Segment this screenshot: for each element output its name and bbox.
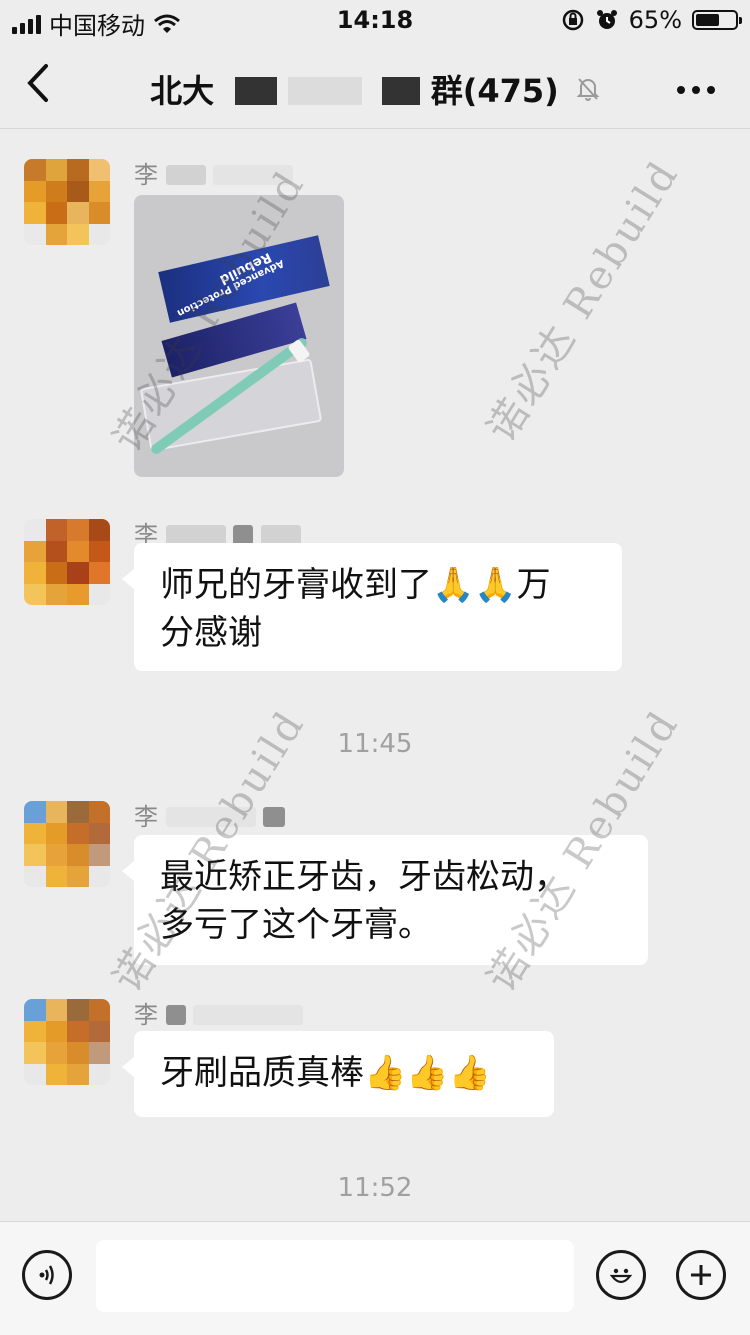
redacted-block [165,1005,186,1025]
message-bubble[interactable]: 师兄的牙膏收到了🙏🙏万 分感谢 [122,543,622,671]
avatar[interactable] [24,519,110,605]
redacted-block [288,77,363,105]
alarm-icon [596,10,617,29]
chat-title-prefix: 北大 [150,72,215,110]
time-divider: 11:52 [337,1173,413,1203]
chat-header: 北大 群(475) [0,40,750,129]
redacted-block [233,525,254,545]
redacted-block [165,807,256,827]
chat-title-suffix: 群(475) [430,72,559,110]
redacted-block [263,807,286,827]
status-bar: 中国移动 14:18 65% [0,0,750,40]
message-text: 分感谢 [160,613,262,653]
more-functions-button[interactable] [676,1250,726,1300]
message-text: 多亏了这个牙膏。 [160,905,432,945]
sender-name: 李 [134,797,286,832]
sender-name: 李 [134,155,294,190]
mute-bell-icon [576,76,600,108]
more-button[interactable] [676,64,716,105]
message-bubble[interactable]: 牙刷品质真棒👍👍👍 [122,1031,554,1117]
rotation-lock-icon [562,9,583,31]
emoji-icon [609,1268,633,1284]
avatar[interactable] [24,801,110,887]
avatar[interactable] [24,159,110,245]
redacted-block [165,165,206,185]
redacted-block [235,77,278,105]
message-text: 牙刷品质真棒👍👍👍 [160,1053,492,1093]
message-bubble[interactable]: 最近矫正牙齿，牙齿松动， 多亏了这个牙膏。 [122,835,648,965]
battery-percent: 65% [628,6,682,34]
voice-button[interactable] [22,1250,72,1300]
redacted-block [213,165,294,185]
message-text: 最近矫正牙齿，牙齿松动， [160,857,568,897]
redacted-block [260,525,301,545]
more-dots-icon [677,86,715,94]
battery-icon [692,10,742,30]
redacted-block [381,77,420,105]
input-bar [0,1221,750,1335]
time-divider: 11:45 [337,729,413,759]
plus-icon [691,1265,711,1285]
redacted-block [165,525,226,545]
message-list[interactable]: 李 Rebuild Advanced Protection 李 师兄的牙膏收到了… [0,129,750,1221]
voice-icon [39,1265,54,1285]
avatar[interactable] [24,999,110,1085]
status-right: 65% [561,6,742,34]
message-image[interactable]: Rebuild Advanced Protection [134,195,344,477]
emoji-button[interactable] [596,1250,646,1300]
chat-title: 北大 群(475) [0,66,750,112]
message-text: 师兄的牙膏收到了🙏🙏万 [160,565,551,605]
sender-name: 李 [134,995,304,1030]
redacted-block [193,1005,304,1025]
message-input[interactable] [96,1240,574,1312]
